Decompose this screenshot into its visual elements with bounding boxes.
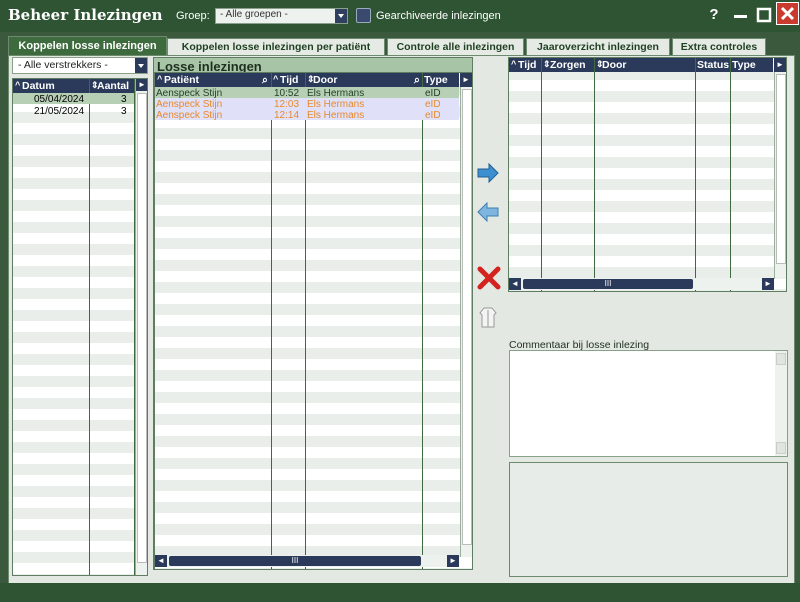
group-select-value: - Alle groepen - [220,9,288,20]
archived-checkbox[interactable] [356,8,371,23]
header-type[interactable]: Type [424,74,448,86]
tab-koppelen-losse[interactable]: Koppelen losse inlezingen [8,36,167,56]
header-status[interactable]: Status [697,59,729,71]
provider-filter-select[interactable]: - Alle verstrekkers - [12,57,148,74]
close-button[interactable] [776,2,799,25]
vertical-scrollbar[interactable] [774,72,786,279]
help-button[interactable]: ? [704,6,724,24]
scroll-left-arrow[interactable]: ◄ [155,555,167,567]
row-patient: Aenspeck Stijn [156,88,223,99]
vertical-scrollbar[interactable] [460,87,472,557]
vertical-scrollbar[interactable] [775,351,787,456]
row-type: eID [425,88,441,99]
group-select[interactable]: - Alle groepen - [215,8,348,24]
tab-jaaroverzicht[interactable]: Jaaroverzicht inlezingen [526,38,670,55]
linked-grid-header: ^ Tijd ⇕ Zorgen ⇕ Door Status Type [509,58,773,72]
row-count: 3 [121,106,127,117]
scroll-right-arrow[interactable]: ► [447,555,459,567]
dates-grid-header: ^ Datum ⇕ Aantal [13,79,135,93]
header-patient[interactable]: Patiënt [164,74,199,86]
arrow-left-icon[interactable] [477,201,499,225]
scroll-thumb[interactable] [137,93,147,563]
detail-panel [509,462,788,577]
loose-readings-grid[interactable]: ^ Patiënt ⌕ ^ Tijd ⇕ Door ⌕ Type ► Aensp… [154,72,473,570]
delete-icon[interactable] [477,266,501,293]
header-by[interactable]: Door [313,74,338,86]
scroll-up-arrow[interactable]: ► [136,79,147,91]
header-date[interactable]: Datum [22,80,55,92]
row-patient: Aenspeck Stijn [156,99,223,110]
tab-koppelen-per-patient[interactable]: Koppelen losse inlezingen per patiënt [167,38,385,55]
tab-strip: Koppelen losse inlezingen Koppelen losse… [8,36,800,56]
comment-textarea[interactable] [509,350,788,457]
sort-asc-icon[interactable]: ^ [157,74,162,84]
row-time: 12:03 [274,99,300,110]
header-type[interactable]: Type [732,59,756,71]
sort-asc-icon[interactable]: ^ [511,59,516,69]
group-label: Groep: [176,10,210,22]
status-bar [0,583,800,602]
search-icon[interactable]: ⌕ [414,74,420,87]
column-chooser-icon[interactable]: ► [774,58,786,72]
row-date: 21/05/2024 [34,106,85,117]
minimize-button[interactable] [731,6,751,24]
header-time[interactable]: Tijd [280,74,298,86]
row-by: Els Hermans [307,110,365,121]
row-time: 10:52 [274,88,300,99]
scroll-thumb[interactable] [462,89,472,545]
row-by: Els Hermans [307,88,365,99]
row-time: 12:14 [274,110,300,121]
dates-grid[interactable]: ^ Datum ⇕ Aantal 05/04/2024 3 21/05/2024… [12,78,148,576]
header-time[interactable]: Tijd [518,59,536,71]
column-chooser-icon[interactable]: ► [460,73,472,87]
hscroll-thumb[interactable]: III [523,279,693,289]
header-count[interactable]: Aantal [97,80,129,92]
row-type: eID [425,99,441,110]
horizontal-scrollbar[interactable]: ◄ III ► [155,555,459,567]
loose-grid-header: ^ Patiënt ⌕ ^ Tijd ⇕ Door ⌕ Type [155,73,459,87]
horizontal-scrollbar[interactable]: ◄ III ► [509,278,774,290]
tab-controle[interactable]: Controle alle inlezingen [387,38,524,55]
scroll-left-arrow[interactable]: ◄ [509,278,521,290]
arrow-right-icon[interactable] [477,162,499,186]
provider-filter-value: - Alle verstrekkers - [18,59,108,71]
header-care[interactable]: Zorgen [550,59,586,71]
linked-readings-grid[interactable]: ^ Tijd ⇕ Zorgen ⇕ Door Status Type ► ◄ I… [508,57,787,292]
search-icon[interactable]: ⌕ [262,74,268,87]
sort-asc-icon[interactable]: ^ [15,80,20,90]
hscroll-thumb[interactable]: III [169,556,421,566]
chevron-down-icon[interactable] [135,58,147,73]
header-by[interactable]: Door [602,59,627,71]
archived-label: Gearchiveerde inlezingen [376,10,501,22]
window-title: Beheer Inlezingen [8,6,163,24]
scroll-thumb[interactable] [776,74,786,264]
row-by: Els Hermans [307,99,365,110]
row-patient: Aenspeck Stijn [156,110,223,121]
row-type: eID [425,110,441,121]
sort-asc-icon[interactable]: ^ [273,74,278,84]
maximize-button[interactable] [754,6,774,24]
chevron-down-icon[interactable] [335,9,347,23]
row-count: 3 [121,94,127,105]
vertical-scrollbar[interactable]: ► [135,79,147,575]
coat-icon[interactable] [478,305,498,332]
row-date: 05/04/2024 [34,94,85,105]
tab-extra-controles[interactable]: Extra controles [672,38,766,55]
scroll-right-arrow[interactable]: ► [762,278,774,290]
